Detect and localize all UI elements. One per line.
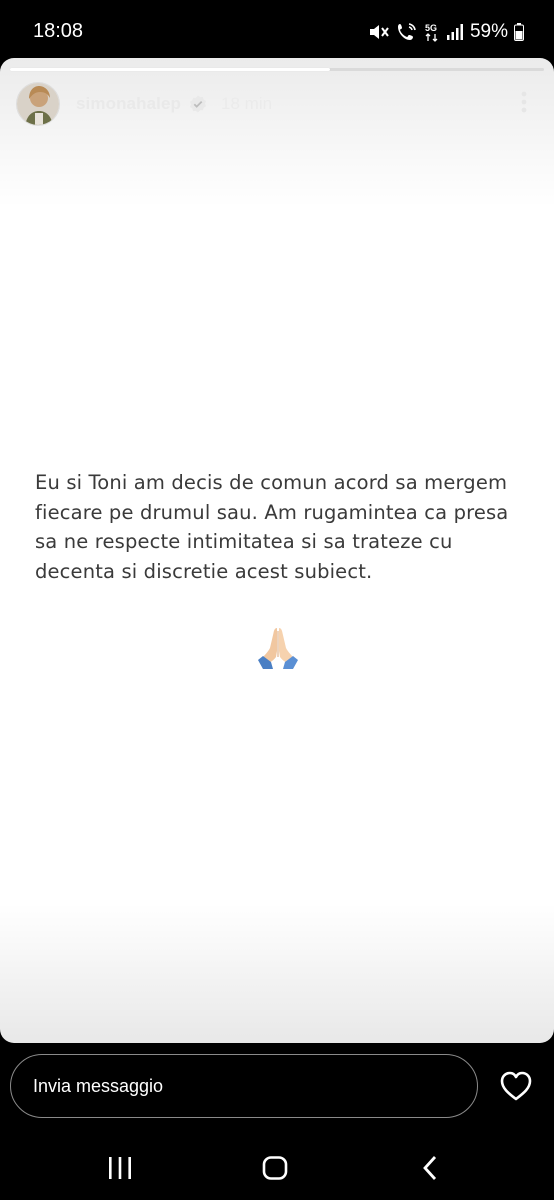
story-bottom-shade (0, 903, 554, 1043)
status-bar: 18:08 5G 59% (0, 0, 554, 60)
back-icon[interactable] (421, 1155, 439, 1181)
heart-icon[interactable] (498, 1068, 534, 1104)
story-header: simonahalep 18 min (16, 82, 540, 126)
status-time: 18:08 (33, 20, 84, 42)
verified-badge-icon (190, 95, 207, 113)
screen: 18:08 5G 59% simonahalep 18 min Eu si To… (0, 0, 554, 1200)
battery-icon (514, 23, 524, 41)
username[interactable]: simonahalep (76, 94, 181, 114)
wifi-call-icon (397, 23, 416, 40)
recent-apps-icon[interactable] (107, 1156, 133, 1180)
send-message-placeholder: Invia messaggio (33, 1075, 164, 1096)
mute-icon (369, 25, 389, 39)
story-progress-bar (10, 68, 544, 71)
status-icons: 5G 59% (368, 20, 524, 44)
story-card[interactable]: simonahalep 18 min Eu si Toni am decis d… (0, 58, 554, 1043)
story-text: Eu si Toni am decis de comun acord sa me… (35, 471, 509, 583)
avatar[interactable] (16, 82, 60, 126)
send-message-input[interactable]: Invia messaggio (10, 1054, 478, 1118)
svg-text:5G: 5G (425, 23, 437, 33)
story-progress-fill (10, 68, 331, 71)
home-icon[interactable] (262, 1156, 288, 1180)
battery-level: 59% (469, 21, 508, 42)
story-top-shade (0, 58, 554, 208)
story-time-ago: 18 min (221, 94, 273, 113)
folded-hands-emoji (258, 628, 298, 669)
signal-icon (446, 24, 463, 40)
5g-icon: 5G (425, 23, 438, 42)
more-options-icon[interactable] (514, 90, 534, 118)
